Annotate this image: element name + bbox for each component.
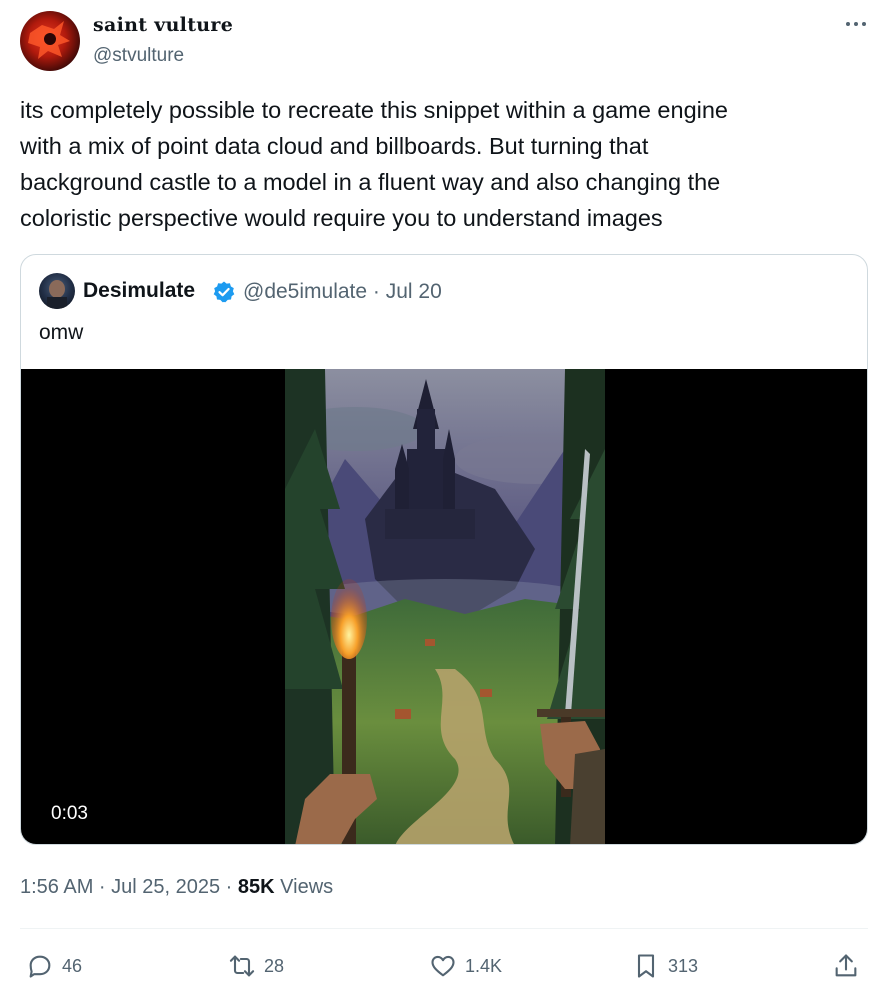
reply-icon — [29, 955, 51, 978]
quoted-text: omw — [39, 321, 84, 344]
author-handle[interactable]: @stvulture — [93, 45, 184, 67]
video-player[interactable]: 0:03 — [21, 369, 867, 844]
reply-count: 46 — [62, 955, 83, 976]
divider — [20, 928, 868, 929]
tweet-timestamp[interactable]: 1:56 AM · Jul 25, 2025 · 85K Views — [20, 876, 333, 899]
tweet-text: its completely possible to recreate this… — [20, 97, 728, 231]
repost-button[interactable]: 28 — [228, 951, 284, 981]
repost-count: 28 — [264, 955, 285, 976]
quoted-handle-date[interactable]: @de5imulate · Jul 20 — [243, 280, 442, 304]
views-label: Views — [280, 876, 334, 898]
like-icon — [431, 955, 455, 977]
more-icon[interactable] — [844, 14, 870, 34]
verified-icon — [212, 280, 236, 309]
author-avatar[interactable] — [20, 11, 80, 71]
author-display-name[interactable]: saint vulture — [93, 14, 233, 36]
quoted-author-name[interactable]: Desimulate — [83, 279, 195, 303]
video-frame — [285, 369, 605, 844]
quoted-author-avatar[interactable] — [39, 273, 75, 309]
tweet-time-date[interactable]: 1:56 AM · Jul 25, 2025 · — [20, 876, 238, 898]
bookmark-count: 313 — [668, 955, 699, 976]
share-button[interactable] — [832, 951, 868, 981]
like-button[interactable]: 1.4K — [429, 951, 502, 981]
like-count: 1.4K — [465, 955, 503, 976]
reply-button[interactable]: 46 — [26, 951, 82, 981]
bookmark-button[interactable]: 313 — [632, 951, 698, 981]
quoted-tweet[interactable]: Desimulate @de5imulate · Jul 20 omw 0:03 — [20, 254, 868, 845]
bookmark-icon — [637, 954, 655, 978]
views-count: 85K — [237, 876, 275, 898]
video-duration: 0:03 — [51, 803, 88, 824]
share-icon — [835, 954, 857, 977]
repost-icon — [229, 955, 255, 977]
